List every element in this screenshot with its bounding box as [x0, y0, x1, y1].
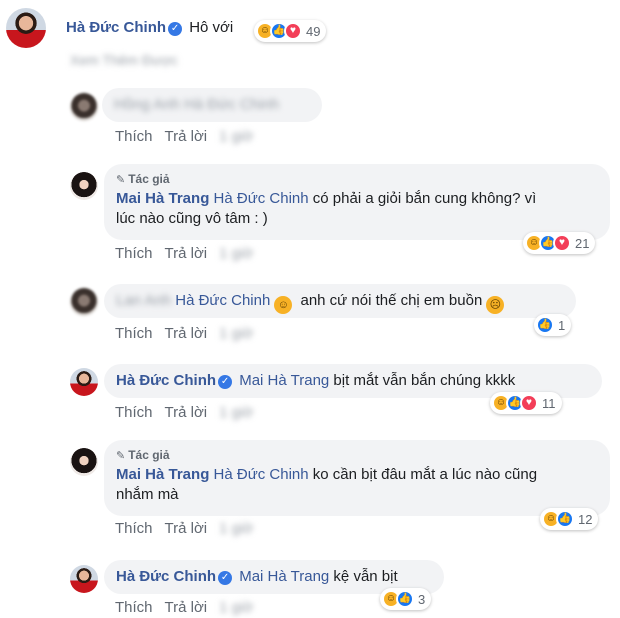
commenter-name[interactable]: Hà Đức Chinh	[66, 19, 166, 36]
commenter-name[interactable]: Mai Hà Trang	[116, 466, 209, 483]
avatar[interactable]	[70, 93, 98, 121]
pen-icon: ✎	[116, 174, 126, 186]
commenter-name[interactable]: Lan Anh	[116, 292, 171, 309]
mention-link[interactable]: Mai Hà Trang	[239, 568, 329, 585]
comment-bubble: Lan Anh Hà Đức Chinh ☺ anh cứ nói thế chị…	[104, 284, 576, 318]
comment-bubble: Hồng Anh Hà Đức Chinh	[102, 88, 322, 122]
like-link[interactable]: Thích	[115, 404, 153, 421]
like-link[interactable]: Thích	[115, 520, 153, 537]
love-reaction-icon: ♥	[520, 394, 538, 412]
reply-link[interactable]: Trả lời	[165, 128, 208, 145]
avatar[interactable]	[70, 288, 98, 316]
reply-link[interactable]: Trả lời	[165, 520, 208, 537]
pen-icon: ✎	[116, 450, 126, 462]
verified-icon: ✓	[218, 375, 233, 389]
like-reaction-icon: 👍	[536, 316, 554, 334]
like-link[interactable]: Thích	[115, 325, 153, 342]
comment-text: Hô với	[189, 19, 234, 36]
reaction-count: 12	[578, 511, 593, 527]
verified-icon: ✓	[218, 571, 233, 585]
reaction-count: 49	[306, 23, 321, 39]
reaction-count: 21	[575, 235, 590, 251]
timestamp[interactable]: 1 giờ	[219, 599, 253, 616]
commenter-name[interactable]: Hà Đức Chinh	[116, 568, 216, 585]
avatar[interactable]	[70, 368, 98, 396]
timestamp[interactable]: 1 giờ	[219, 404, 253, 421]
comment-meta-blurred: Xem Thêm Được	[70, 52, 178, 68]
reaction-summary[interactable]: ☺ 👍 ♥ 49	[254, 20, 327, 42]
reaction-summary[interactable]: ☺ 👍 ♥ 21	[523, 232, 596, 254]
love-reaction-icon: ♥	[553, 234, 571, 252]
like-reaction-icon: 👍	[556, 510, 574, 528]
comment-text: kệ vẫn bịt	[329, 568, 398, 585]
comment-actions: Thích Trả lời 1 giờ	[115, 599, 265, 616]
comment-actions: Thích Trả lời 1 giờ	[115, 404, 265, 421]
comment-text: anh cứ nói thế chị em buồn	[296, 292, 483, 309]
reaction-count: 11	[542, 395, 556, 411]
comment-actions: Thích Trả lời 1 giờ	[115, 245, 265, 262]
reply-link[interactable]: Trả lời	[165, 599, 208, 616]
like-link[interactable]: Thích	[115, 245, 153, 262]
reaction-count: 1	[558, 317, 566, 333]
avatar[interactable]	[70, 172, 98, 200]
like-link[interactable]: Thích	[115, 128, 153, 145]
mention-link[interactable]: Hà Đức Chinh	[184, 96, 279, 113]
reply-link[interactable]: Trả lời	[165, 325, 208, 342]
like-link[interactable]: Thích	[115, 599, 153, 616]
comment-actions: Thích Trả lời 1 giờ	[115, 325, 265, 342]
timestamp[interactable]: 1 giờ	[219, 520, 253, 537]
mention-link[interactable]: Hà Đức Chinh	[214, 190, 309, 207]
comment-text: có phải a giỏi bắn cung không? vì	[308, 190, 537, 207]
comment-bubble: ✎ Tác giả Mai Hà Trang Hà Đức Chinh ko cầ…	[104, 440, 610, 516]
comment-text-2: nhắm mà	[116, 486, 179, 503]
comment-text: bịt mắt vẫn bắn chúng kkkk	[329, 372, 516, 389]
commenter-name[interactable]: Hà Đức Chinh	[116, 372, 216, 389]
emoji-icon: ☺	[274, 296, 293, 314]
verified-icon: ✓	[168, 22, 183, 36]
reply-link[interactable]: Trả lời	[165, 404, 208, 421]
comment-top: Hà Đức Chinh ✓ Hô với	[66, 19, 233, 36]
emoji-icon: ☹	[486, 296, 505, 314]
mention-link[interactable]: Mai Hà Trang	[239, 372, 329, 389]
author-badge: ✎ Tác giả	[116, 172, 170, 186]
like-reaction-icon: 👍	[396, 590, 414, 608]
commenter-name[interactable]: Mai Hà Trang	[116, 190, 209, 207]
comment-bubble: ✎ Tác giả Mai Hà Trang Hà Đức Chinh có ph…	[104, 164, 610, 240]
reaction-summary[interactable]: ☺ 👍 12	[540, 508, 599, 530]
timestamp[interactable]: 1 giờ	[219, 245, 253, 262]
mention-link[interactable]: Hà Đức Chinh	[214, 466, 309, 483]
avatar[interactable]	[6, 8, 46, 48]
author-badge: ✎ Tác giả	[116, 448, 170, 462]
commenter-name[interactable]: Hồng Anh	[114, 96, 180, 113]
reaction-summary[interactable]: ☺ 👍 ♥ 11	[490, 392, 562, 414]
comment-actions: Thích Trả lời 1 giờ	[115, 128, 265, 145]
timestamp[interactable]: 1 giờ	[219, 325, 253, 342]
timestamp[interactable]: 1 giờ	[219, 128, 253, 145]
avatar[interactable]	[70, 448, 98, 476]
love-reaction-icon: ♥	[284, 22, 302, 40]
reply-link[interactable]: Trả lời	[165, 245, 208, 262]
avatar[interactable]	[70, 565, 98, 593]
comment-text-2: lúc nào cũng vô tâm : )	[116, 210, 268, 227]
comment-text: ko cần bịt đâu mắt a lúc nào cũng	[308, 466, 538, 483]
reaction-summary[interactable]: ☺ 👍 3	[380, 588, 432, 610]
mention-link[interactable]: Hà Đức Chinh	[175, 292, 270, 309]
comment-actions: Thích Trả lời 1 giờ	[115, 520, 265, 537]
reaction-count: 3	[418, 591, 426, 607]
reaction-summary[interactable]: 👍 1	[534, 314, 572, 336]
